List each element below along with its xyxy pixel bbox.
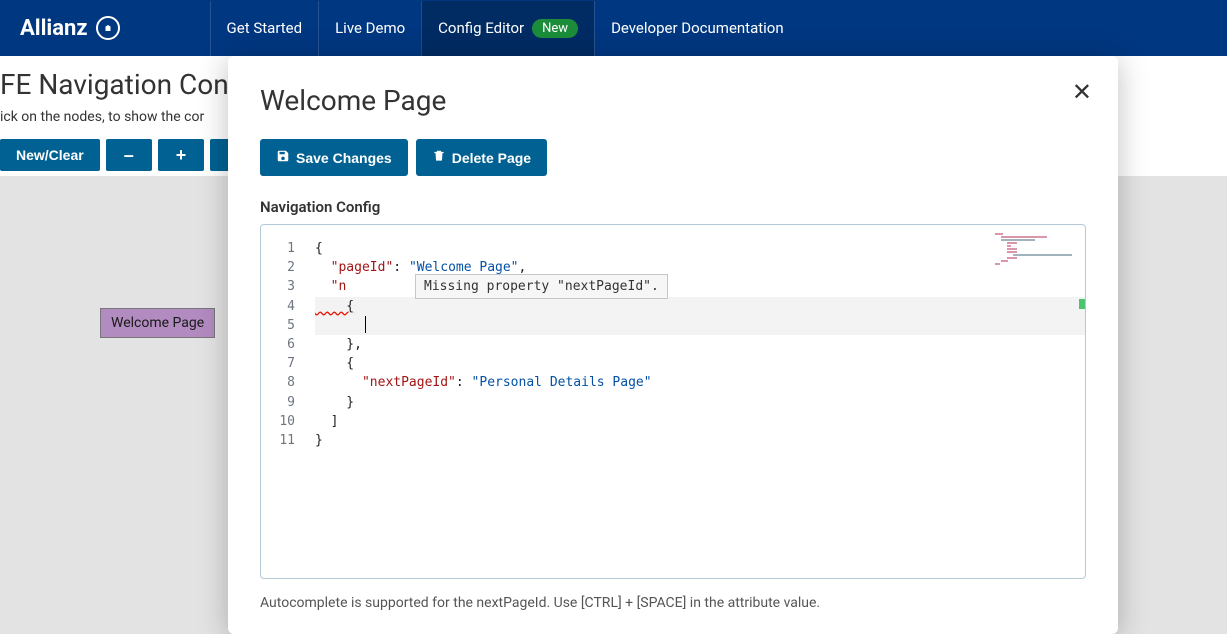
new-badge: New (532, 19, 578, 38)
new-clear-button[interactable]: New/Clear (0, 139, 100, 171)
code-content[interactable]: { "pageId": "Welcome Page", "n { }, { "n… (315, 239, 1085, 450)
brand-text: Allianz (20, 16, 88, 41)
save-icon (276, 149, 290, 166)
top-nav: Allianz Get Started Live Demo Config Edi… (0, 0, 1227, 56)
node-welcome-page[interactable]: Welcome Page (100, 308, 215, 338)
nav-get-started[interactable]: Get Started (210, 1, 319, 56)
code-editor[interactable]: 1 2 3 4 5 6 7 8 9 10 11 { "pageId": "Wel… (260, 224, 1086, 579)
line-gutter: 1 2 3 4 5 6 7 8 9 10 11 (261, 239, 315, 450)
nav-live-demo[interactable]: Live Demo (318, 1, 421, 56)
nav-items: Get Started Live Demo Config Editor New … (210, 1, 800, 56)
delete-button[interactable]: Delete Page (416, 139, 547, 176)
brand-icon (96, 16, 120, 40)
trash-icon (432, 149, 446, 166)
nav-config-editor[interactable]: Config Editor New (421, 1, 594, 56)
zoom-out-button[interactable]: – (106, 139, 152, 171)
config-modal: ✕ Welcome Page Save Changes Delete Page … (228, 56, 1118, 634)
zoom-in-button[interactable]: + (158, 139, 205, 171)
save-button[interactable]: Save Changes (260, 139, 408, 176)
text-cursor (365, 316, 366, 333)
modal-title: Welcome Page (260, 84, 1086, 117)
error-tooltip: Missing property "nextPageId". (415, 274, 668, 299)
editor-hint: Autocomplete is supported for the nextPa… (260, 595, 1086, 611)
section-label: Navigation Config (260, 198, 1086, 216)
brand-logo: Allianz (20, 16, 120, 41)
close-icon[interactable]: ✕ (1072, 78, 1092, 106)
change-indicator (1079, 299, 1085, 309)
modal-actions: Save Changes Delete Page (260, 139, 1086, 176)
nav-dev-docs[interactable]: Developer Documentation (594, 1, 800, 56)
minimap[interactable] (995, 233, 1079, 283)
